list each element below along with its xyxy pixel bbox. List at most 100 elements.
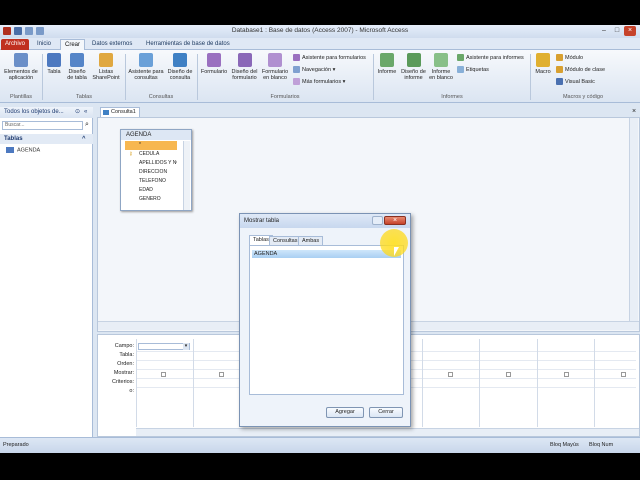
group-separator <box>373 54 374 100</box>
tab-consulta1[interactable]: Consulta1 <box>100 107 140 117</box>
close-icon[interactable]: × <box>624 26 636 36</box>
group-label-formularios: Formularios <box>270 94 300 100</box>
group-separator <box>125 54 126 100</box>
mas-formularios-button[interactable]: Más formularios ▾ <box>293 78 345 85</box>
window-title: Database1 : Base de datos (Access 2007) … <box>231 27 409 34</box>
more-forms-icon <box>293 78 300 85</box>
labels-icon <box>457 66 464 73</box>
asistente-formularios-button[interactable]: Asistente para formularios <box>293 54 366 61</box>
mostrar-checkbox[interactable] <box>621 372 626 377</box>
sharepoint-list-icon <box>99 53 113 67</box>
collapse-icon[interactable]: « <box>84 107 87 118</box>
class-module-icon <box>556 66 563 73</box>
group-separator <box>42 54 43 100</box>
tab-archivo[interactable]: Archivo <box>1 39 30 50</box>
field-genero[interactable]: GENERO <box>125 195 177 204</box>
dialog-table-list[interactable]: AGENDA <box>249 245 404 395</box>
agenda-field-list[interactable]: AGENDA * ⚷ CEDULA APELLIDOS Y NO DIRECCIO… <box>120 129 192 211</box>
chevron-down-icon[interactable]: ▾ <box>183 343 189 350</box>
nav-category-tablas[interactable]: Tablas ^ <box>0 134 93 144</box>
chevron-down-icon[interactable]: ⊙ <box>75 107 80 118</box>
status-text: Preparado <box>3 442 29 448</box>
table-design-icon <box>70 53 84 67</box>
app-parts-icon <box>14 53 28 67</box>
cerrar-button[interactable]: Cerrar <box>369 407 403 418</box>
macro-button[interactable]: Macro <box>533 53 553 75</box>
key-icon: ⚷ <box>129 151 133 157</box>
dialog-tab-consultas[interactable]: Consultas <box>269 236 302 245</box>
visual-basic-button[interactable]: Visual Basic <box>556 78 595 85</box>
diseno-formulario-button[interactable]: Diseño del formulario <box>229 53 260 81</box>
modulo-clase-button[interactable]: Módulo de clase <box>556 66 605 73</box>
minimize-icon[interactable]: – <box>598 26 610 36</box>
etiquetas-button[interactable]: Etiquetas <box>457 66 489 73</box>
tabla-button[interactable]: Tabla <box>44 53 64 75</box>
mostrar-checkbox[interactable] <box>161 372 166 377</box>
grid-label-o: o: <box>129 388 134 394</box>
asistente-informes-button[interactable]: Asistente para informes <box>457 54 524 61</box>
agregar-button[interactable]: Agregar <box>326 407 364 418</box>
campo-dropdown[interactable]: ▾ <box>138 343 190 350</box>
nav-pane-header[interactable]: Todos los objetos de... ⊙ « <box>0 107 93 118</box>
tab-crear[interactable]: Crear <box>60 39 86 50</box>
dialog-close-button[interactable]: × <box>384 216 406 225</box>
diseno-consulta-button[interactable]: Diseño de consulta <box>166 53 194 81</box>
listas-sharepoint-button[interactable]: Listas SharePoint <box>90 53 122 81</box>
navigation-pane: Todos los objetos de... ⊙ « Buscar... ⌕ … <box>0 107 93 437</box>
group-label-informes: Informes <box>441 94 463 100</box>
diseno-informe-button[interactable]: Diseño de informe <box>400 53 427 81</box>
mostrar-checkbox[interactable] <box>219 372 224 377</box>
field-telefono[interactable]: TELEFONO <box>125 177 177 186</box>
nav-item-agenda[interactable]: AGENDA <box>6 147 40 153</box>
grid-label-tabla: Tabla: <box>119 352 134 358</box>
field-list-title[interactable]: AGENDA <box>121 130 191 140</box>
grid-column-divider <box>136 339 137 427</box>
formulario-blanco-button[interactable]: Formulario en blanco <box>260 53 290 81</box>
tab-datos-externos[interactable]: Datos externos <box>88 39 136 50</box>
tab-inicio[interactable]: Inicio <box>33 39 55 50</box>
informe-blanco-button[interactable]: Informe en blanco <box>428 53 454 81</box>
form-icon <box>207 53 221 67</box>
formulario-button[interactable]: Formulario <box>199 53 229 75</box>
visual-basic-icon <box>556 78 563 85</box>
grid-horizontal-scrollbar[interactable] <box>136 428 639 436</box>
mostrar-checkbox[interactable] <box>448 372 453 377</box>
close-document-icon[interactable]: × <box>632 108 636 115</box>
modulo-button[interactable]: Módulo <box>556 54 583 61</box>
elementos-aplicacion-button[interactable]: Elementos de aplicación <box>2 53 40 81</box>
collapse-group-icon[interactable]: ^ <box>82 134 86 144</box>
field-edad[interactable]: EDAD <box>125 186 177 195</box>
maximize-icon[interactable]: □ <box>611 26 623 36</box>
grid-label-campo: Campo: <box>114 343 134 349</box>
field-asterisk[interactable]: * <box>125 141 177 150</box>
navegacion-button[interactable]: Navegación ▾ <box>293 66 335 73</box>
table-icon <box>47 53 61 67</box>
nav-search-input[interactable]: Buscar... <box>2 121 83 130</box>
field-list-scrollbar[interactable] <box>183 141 190 210</box>
dialog-help-button[interactable] <box>372 216 383 225</box>
field-cedula[interactable]: ⚷ CEDULA <box>125 150 177 159</box>
asistente-consultas-button[interactable]: Asistente para consultas <box>127 53 165 81</box>
table-icon <box>6 147 14 153</box>
upper-vertical-scrollbar[interactable] <box>629 118 638 321</box>
field-direccion[interactable]: DIRECCION <box>125 168 177 177</box>
tab-herramientas[interactable]: Herramientas de base de datos <box>142 39 234 50</box>
mostrar-checkbox[interactable] <box>506 372 511 377</box>
grid-column-divider <box>479 339 480 427</box>
dialog-list-item-agenda[interactable]: AGENDA <box>252 250 401 258</box>
diseno-tabla-button[interactable]: Diseño de tabla <box>65 53 89 81</box>
informe-button[interactable]: Informe <box>375 53 399 75</box>
grid-label-criterios: Criterios: <box>111 379 134 385</box>
mostrar-checkbox[interactable] <box>564 372 569 377</box>
query-wizard-icon <box>139 53 153 67</box>
grid-column-divider <box>422 339 423 427</box>
grid-column-divider <box>594 339 595 427</box>
blank-form-icon <box>268 53 282 67</box>
field-apellidos[interactable]: APELLIDOS Y NO <box>125 159 177 168</box>
form-design-icon <box>237 53 252 67</box>
query-icon <box>103 110 109 115</box>
dialog-tab-ambas[interactable]: Ambas <box>298 236 324 245</box>
search-icon[interactable]: ⌕ <box>85 121 89 129</box>
status-bar: Preparado Bloq Mayús Bloq Num <box>0 437 640 453</box>
module-icon <box>556 54 563 61</box>
